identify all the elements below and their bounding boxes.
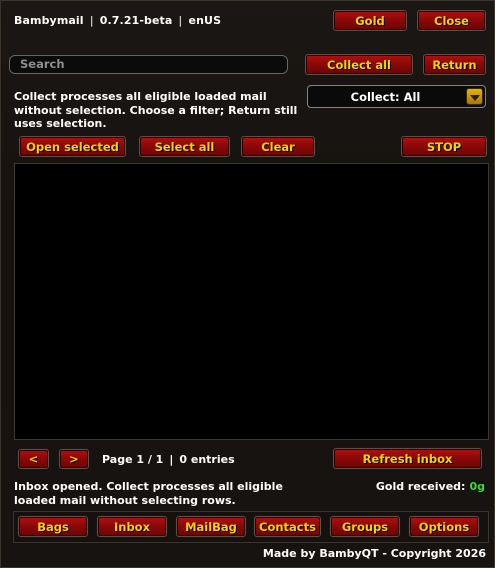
stop-button[interactable]: STOP [401, 136, 487, 157]
page-label: Page 1 / 1 [102, 453, 164, 466]
footer-credit: Made by BambyQT - Copyright 2026 [262, 547, 486, 560]
next-page-button[interactable]: > [59, 449, 89, 469]
entries-label: 0 entries [179, 453, 235, 466]
clear-button[interactable]: Clear [241, 136, 315, 157]
mail-list[interactable] [14, 163, 489, 440]
app-name: Bambymail [14, 14, 84, 27]
title-separator: | [89, 14, 94, 27]
chevron-down-icon[interactable] [466, 88, 483, 105]
select-all-button[interactable]: Select all [139, 136, 230, 157]
gold-received-value: 0g [469, 480, 485, 493]
tab-inbox[interactable]: Inbox [97, 516, 167, 537]
collect-filter-dropdown[interactable]: Collect: All [307, 85, 486, 108]
collect-all-button[interactable]: Collect all [305, 54, 413, 75]
page-separator: | [169, 453, 174, 466]
title-separator: | [178, 14, 183, 27]
tab-contacts[interactable]: Contacts [254, 516, 321, 537]
tab-options[interactable]: Options [409, 516, 479, 537]
app-version: 0.7.21-beta [99, 14, 173, 27]
bambymail-window: Bambymail | 0.7.21-beta | enUS Gold Close Se… [0, 0, 495, 568]
app-locale: enUS [188, 14, 222, 27]
collect-filter-value: Collect: All [350, 89, 421, 104]
refresh-inbox-button[interactable]: Refresh inbox [333, 448, 482, 469]
close-button[interactable]: Close [417, 10, 486, 31]
search-input[interactable]: Search [9, 55, 288, 74]
collect-info-text: Collect processes all eligible loaded ma… [14, 90, 298, 130]
gold-received-label: Gold received: [375, 480, 466, 493]
tab-bags[interactable]: Bags [18, 516, 88, 537]
return-button[interactable]: Return [423, 54, 486, 75]
prev-page-button[interactable]: < [18, 449, 49, 469]
status-message: Inbox opened. Collect processes all elig… [14, 480, 283, 507]
page-info: Page 1 / 1 | 0 entries [102, 453, 235, 466]
tab-mailbag[interactable]: MailBag [176, 516, 246, 537]
gold-button[interactable]: Gold [333, 10, 407, 31]
open-selected-button[interactable]: Open selected [19, 136, 126, 157]
tab-groups[interactable]: Groups [330, 516, 400, 537]
gold-received: Gold received: 0g [376, 480, 485, 493]
window-title: Bambymail | 0.7.21-beta | enUS [14, 14, 221, 27]
